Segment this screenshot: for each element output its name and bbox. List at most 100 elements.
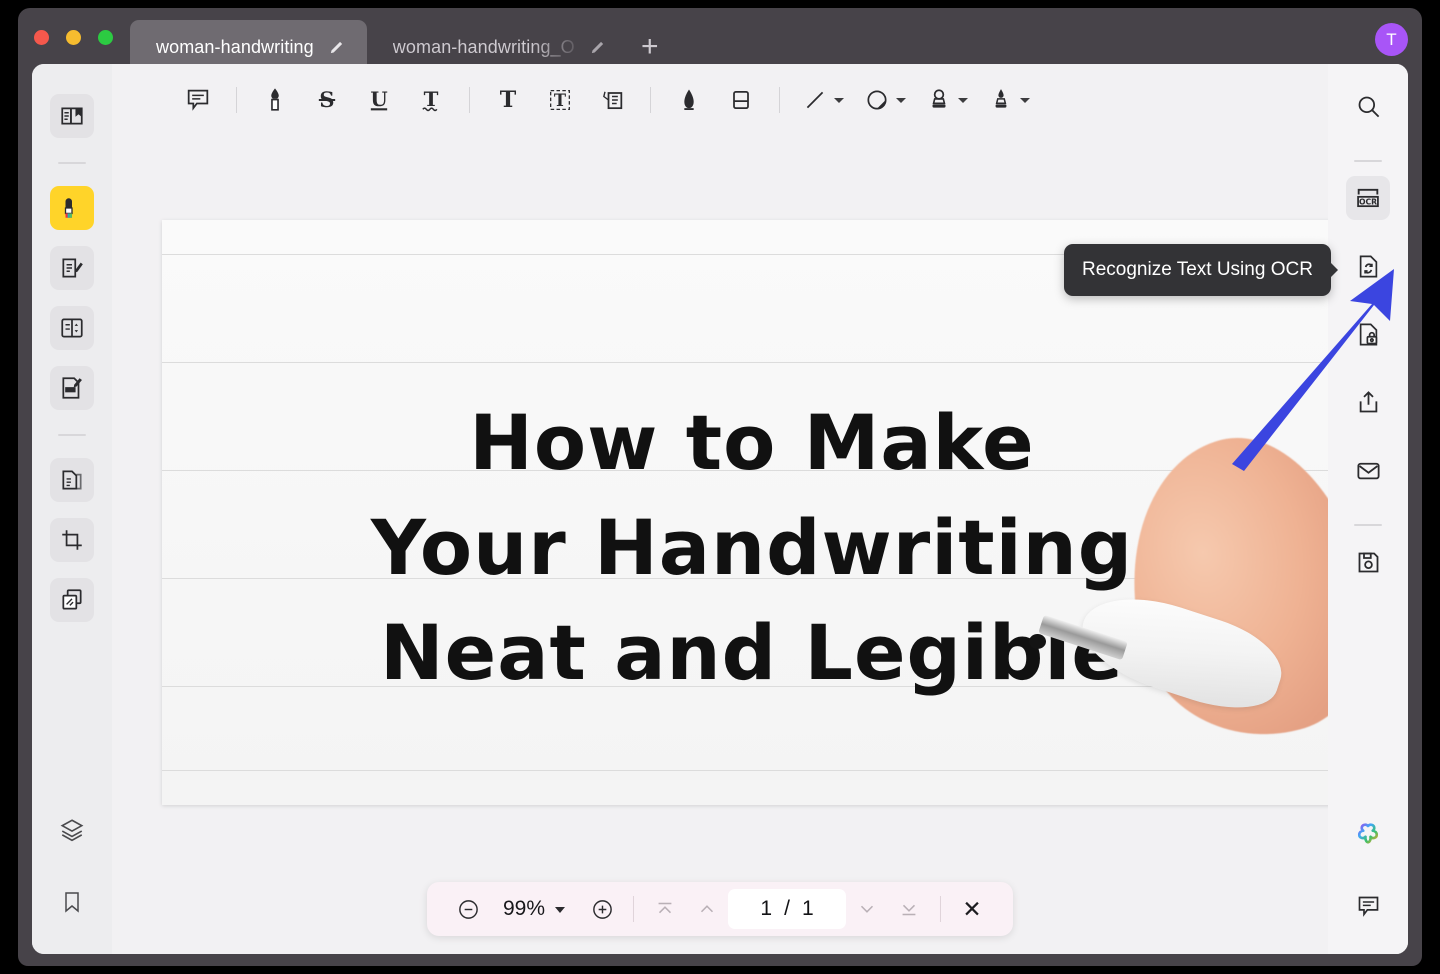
sidebar-divider bbox=[58, 434, 86, 436]
sidebar-item-crop-page[interactable] bbox=[50, 518, 94, 562]
sidebar-item-ocr[interactable]: OCR bbox=[1346, 176, 1390, 220]
first-page-button[interactable] bbox=[644, 888, 686, 930]
sidebar-item-save[interactable] bbox=[1346, 540, 1390, 584]
sidebar-item-search[interactable] bbox=[1346, 84, 1390, 128]
svg-text:T: T bbox=[554, 91, 566, 110]
app-root: woman-handwriting woman-handwriting_O + … bbox=[0, 0, 1440, 974]
tool-callout[interactable] bbox=[586, 76, 638, 124]
reader-view-icon bbox=[61, 107, 83, 125]
underline-icon: U bbox=[370, 87, 387, 111]
chevron-down-icon bbox=[860, 905, 874, 913]
sidebar-item-layers[interactable] bbox=[50, 808, 94, 852]
sidebar-item-edit-annotate[interactable] bbox=[50, 246, 94, 290]
chevron-down-icon[interactable] bbox=[958, 97, 968, 103]
tool-eraser[interactable] bbox=[715, 76, 767, 124]
svg-text:T: T bbox=[500, 87, 517, 113]
svg-text:U: U bbox=[370, 87, 387, 111]
current-page-value[interactable]: 1 bbox=[760, 897, 772, 921]
zoom-out-button[interactable] bbox=[447, 888, 489, 930]
tool-text-box[interactable]: T bbox=[534, 76, 586, 124]
highlighter-markup-icon bbox=[64, 198, 73, 218]
left-sidebar bbox=[32, 64, 112, 954]
tab-label: woman-handwriting bbox=[156, 36, 314, 57]
tab-label: woman-handwriting_O bbox=[392, 36, 575, 57]
tool-stamp[interactable] bbox=[916, 76, 978, 124]
close-window-button[interactable] bbox=[34, 30, 49, 45]
toolbar-divider bbox=[650, 87, 651, 113]
tool-shape[interactable] bbox=[854, 76, 916, 124]
tool-squiggly-underline[interactable]: T bbox=[405, 76, 457, 124]
chevron-down-icon[interactable] bbox=[555, 907, 566, 913]
tool-underline[interactable]: U bbox=[353, 76, 405, 124]
sidebar-divider bbox=[58, 162, 86, 164]
total-pages-value: 1 bbox=[801, 897, 814, 920]
pencil-icon[interactable] bbox=[589, 39, 606, 56]
sidebar-item-highlighter-markup[interactable] bbox=[50, 186, 94, 230]
page-indicator[interactable]: 1 / 1 bbox=[728, 889, 847, 929]
app-window: woman-handwriting woman-handwriting_O + … bbox=[18, 8, 1422, 966]
tool-highlight[interactable] bbox=[249, 76, 301, 124]
svg-text:OCR: OCR bbox=[1359, 198, 1377, 207]
pencil-icon[interactable] bbox=[328, 39, 345, 56]
chevron-up-icon bbox=[700, 905, 714, 913]
page-separator: / bbox=[784, 897, 790, 920]
minimize-window-button[interactable] bbox=[66, 30, 81, 45]
tool-pencil-draw[interactable] bbox=[663, 76, 715, 124]
chevron-down-icon[interactable] bbox=[1020, 97, 1030, 103]
tool-comment-note[interactable] bbox=[172, 76, 224, 124]
tool-signature[interactable] bbox=[978, 76, 1040, 124]
last-page-button[interactable] bbox=[888, 888, 930, 930]
chevron-down-icon[interactable] bbox=[896, 97, 906, 103]
toolbar-divider bbox=[236, 87, 237, 113]
page-navigation-bar: 99% 1 / 1 ✕ bbox=[426, 882, 1014, 936]
highlight-icon bbox=[271, 88, 279, 111]
signature-icon bbox=[995, 89, 1007, 108]
tool-text[interactable]: T bbox=[482, 76, 534, 124]
tool-strikethrough[interactable]: S bbox=[301, 76, 353, 124]
sidebar-item-bookmark[interactable] bbox=[50, 880, 94, 924]
pager-divider bbox=[940, 896, 942, 922]
sidebar-item-compare-documents[interactable] bbox=[50, 578, 94, 622]
toolbar-divider bbox=[779, 87, 780, 113]
sidebar-item-form-fields[interactable] bbox=[50, 306, 94, 350]
last-page-icon bbox=[902, 904, 916, 916]
chevron-down-icon[interactable] bbox=[834, 97, 844, 103]
layers-icon bbox=[60, 819, 84, 842]
pencil-draw-icon bbox=[684, 89, 694, 111]
zoom-level-value[interactable]: 99% bbox=[489, 897, 551, 921]
eraser-icon bbox=[733, 90, 749, 110]
right-sidebar: OCR bbox=[1328, 64, 1408, 954]
sidebar-item-ai-assistant[interactable] bbox=[1346, 814, 1390, 858]
sidebar-item-comments-panel[interactable] bbox=[1346, 884, 1390, 928]
organize-pages-icon bbox=[62, 470, 82, 490]
close-pager-button[interactable]: ✕ bbox=[951, 888, 993, 930]
text-box-icon: T bbox=[550, 90, 570, 110]
text-icon: T bbox=[500, 87, 517, 113]
callout-icon bbox=[603, 91, 623, 110]
content-area: S U T T T How to Make Your Handwriting N… bbox=[32, 64, 1408, 954]
ocr-icon: OCR bbox=[1357, 188, 1379, 208]
zoom-in-button[interactable] bbox=[581, 888, 623, 930]
document-page: How to Make Your Handwriting Neat and Le… bbox=[162, 220, 1328, 805]
maximize-window-button[interactable] bbox=[98, 30, 113, 45]
next-page-button[interactable] bbox=[846, 888, 888, 930]
crop-page-icon bbox=[62, 530, 82, 550]
form-fields-icon bbox=[61, 318, 83, 338]
sidebar-divider bbox=[1354, 160, 1382, 162]
sidebar-item-redact[interactable] bbox=[50, 366, 94, 410]
sidebar-item-organize-pages[interactable] bbox=[50, 458, 94, 502]
ai-assistant-icon bbox=[1357, 823, 1379, 844]
sidebar-item-reader-view[interactable] bbox=[50, 94, 94, 138]
comment-note-icon bbox=[187, 89, 209, 111]
tool-line-shape[interactable] bbox=[792, 76, 854, 124]
pen-tip-photo bbox=[1029, 634, 1046, 649]
save-icon bbox=[1358, 552, 1378, 572]
line-shape-icon bbox=[806, 91, 824, 109]
squiggly-underline-icon: T bbox=[422, 87, 439, 112]
document-line-1: How to Make bbox=[469, 398, 1035, 487]
previous-page-button[interactable] bbox=[686, 888, 728, 930]
bookmark-icon bbox=[65, 892, 79, 913]
sidebar-divider bbox=[1354, 524, 1382, 526]
compare-documents-icon bbox=[62, 589, 82, 610]
avatar[interactable]: T bbox=[1375, 23, 1408, 56]
